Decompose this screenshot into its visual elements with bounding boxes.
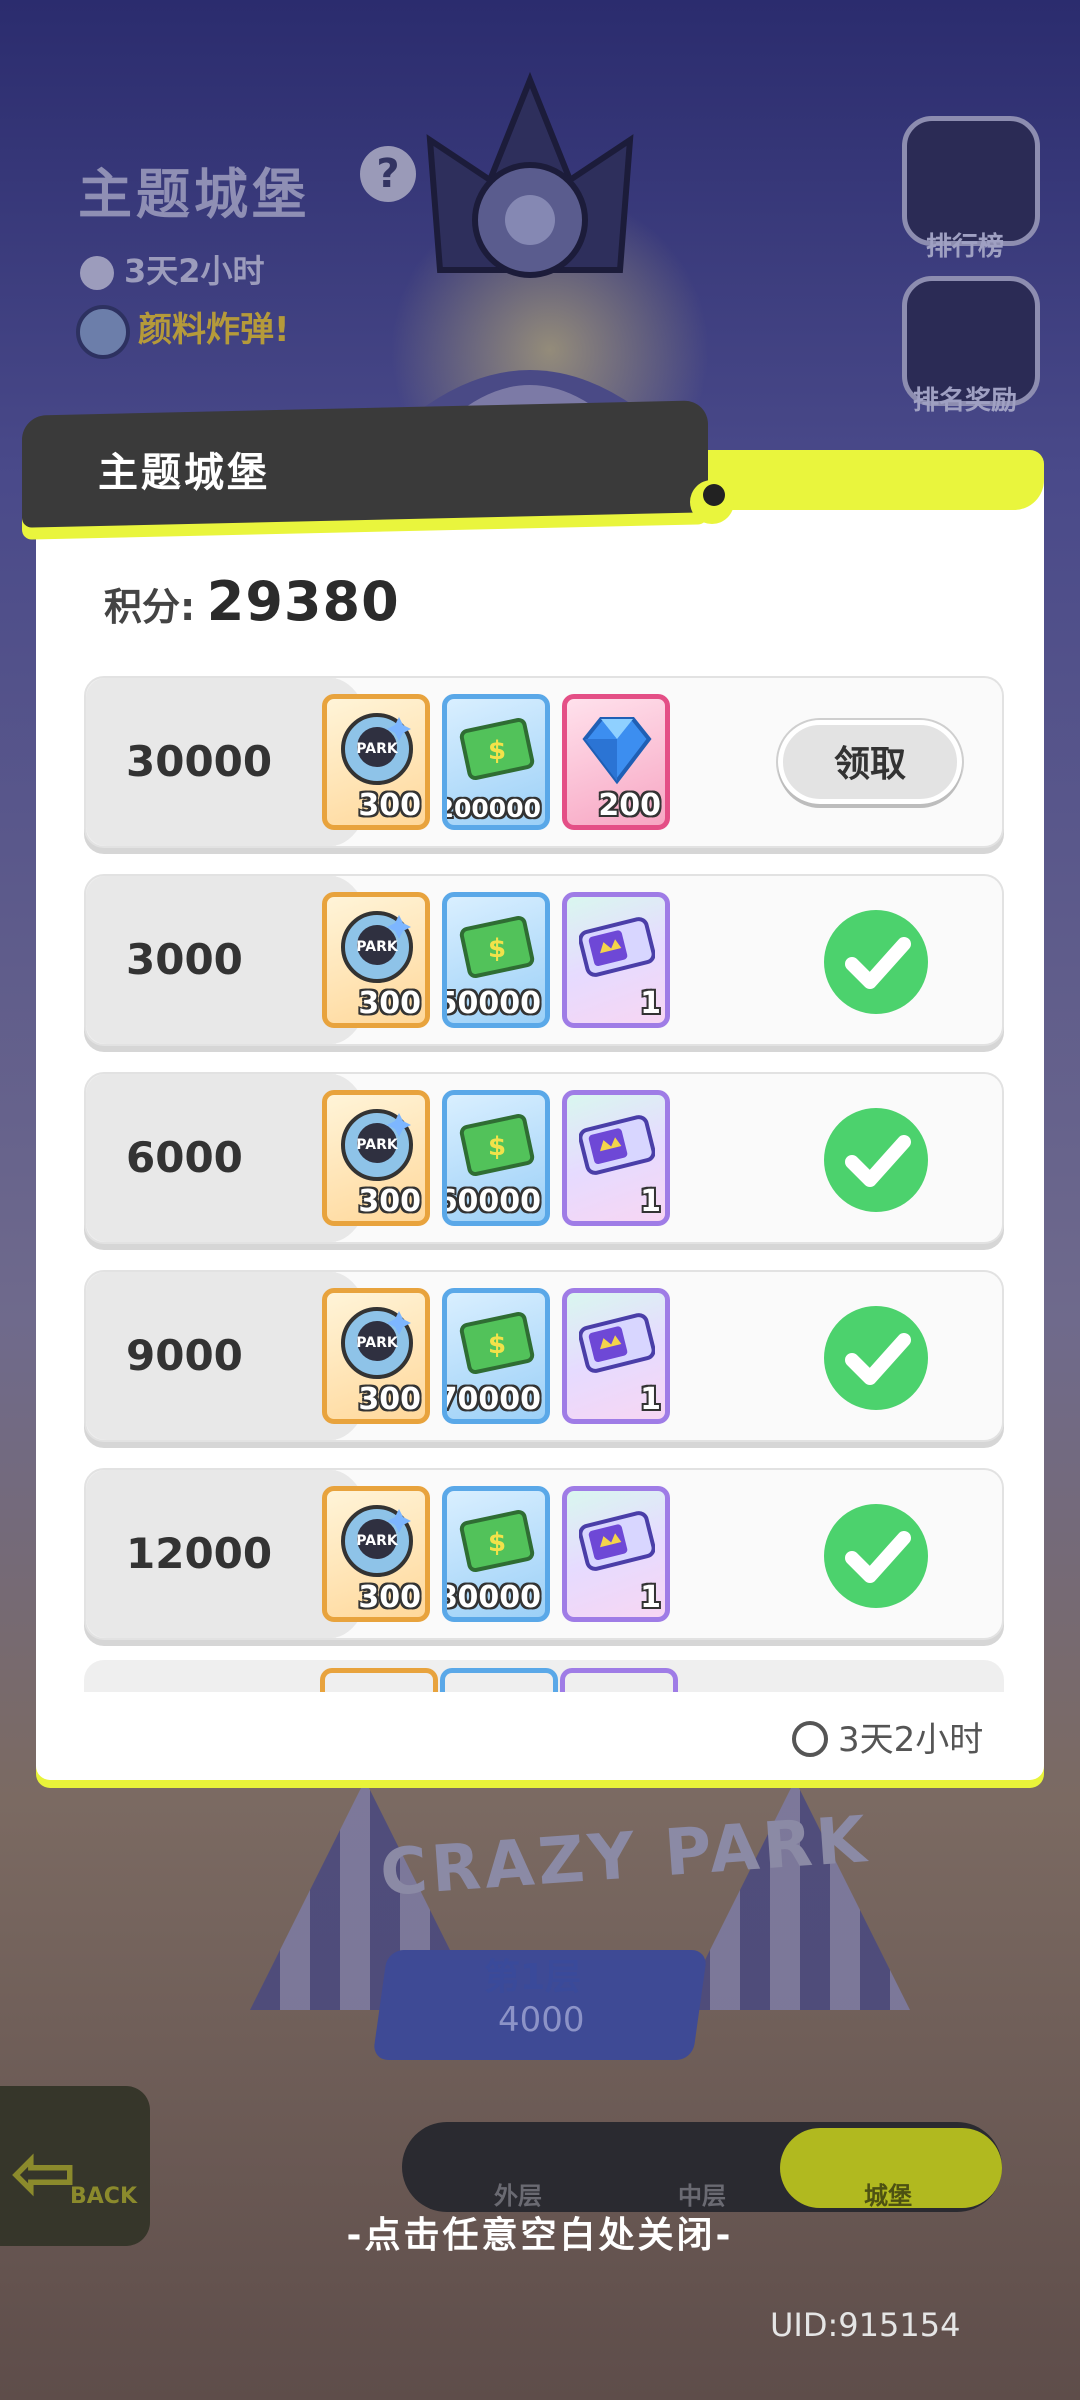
modal-title: 主题城堡 [98,450,270,496]
svg-text:$: $ [488,736,506,766]
reward-row: 3000 PARK 300 $50000 1 [84,874,1004,1046]
paint-bomb-text: 颜料炸弹! [138,310,290,350]
modal-timer: 3天2小时 [792,1712,983,1761]
reward-row: 9000 PARK 300 $70000 1 [84,1270,1004,1442]
reward-item[interactable]: PARK 300 [322,1090,430,1226]
modal-timer-text: 3天2小时 [838,1720,984,1760]
background-timer: 3天2小时 [80,246,265,292]
tier-score: 3000 [126,935,243,984]
svg-text:$: $ [488,934,506,964]
reward-quantity: 300 [358,986,421,1021]
claim-button[interactable]: 领取 [778,720,962,804]
ticket-icon [578,1107,656,1183]
reward-item[interactable]: PARK 300 [322,892,430,1028]
diamond-icon [579,711,655,787]
help-button: ? [360,146,416,202]
rank-rewards-label: 排名奖励 [912,386,1017,416]
svg-text:$: $ [488,1132,506,1162]
reward-list[interactable]: 30000 PARK 300 $200000 200 领取 3000 PARK 300 $5000… [84,676,1006,1692]
svg-text:PARK: PARK [356,1137,399,1153]
claimed-check-icon [824,1108,928,1212]
floor-score: 4000 [498,2000,585,2040]
reward-quantity: 50000 [442,986,541,1021]
floor-title: 第1层 [484,1957,582,1998]
partial-item-frame [320,1668,438,1692]
svg-text:$: $ [488,1528,506,1558]
park-token-icon: PARK [339,711,415,787]
reward-quantity: 70000 [442,1382,541,1417]
reward-item[interactable]: $200000 [442,694,550,830]
reward-item[interactable]: 1 [562,1486,670,1622]
reward-quantity: 300 [358,1580,421,1615]
park-token-icon: PARK [339,1107,415,1183]
leaderboard-label: 排行榜 [925,232,1004,262]
tier-score: 30000 [126,737,273,786]
claimed-check-icon [824,910,928,1014]
user-id: UID:915154 [770,2306,961,2344]
reward-row: 30000 PARK 300 $200000 200 领取 [84,676,1004,848]
cash-icon: $ [459,1503,535,1579]
close-hint[interactable]: -点击任意空白处关闭- [0,2206,1080,2258]
reward-row: 12000 PARK 300 $80000 1 [84,1468,1004,1640]
reward-quantity: 200 [598,788,661,823]
reward-row: 6000 PARK 300 $60000 1 [84,1072,1004,1244]
park-token-icon: PARK [339,909,415,985]
background-title: 主题城堡 [78,163,310,226]
reward-item[interactable]: $50000 [442,892,550,1028]
clock-icon [792,1720,828,1757]
score-label: 积分: [104,585,196,629]
score-display: 积分: 29380 [104,570,400,633]
reward-quantity: 1 [640,1580,661,1615]
paint-bomb-label: 颜料炸弹! [76,302,290,359]
reward-quantity: 300 [358,1184,421,1219]
svg-text:PARK: PARK [356,741,399,757]
reward-item[interactable]: 200 [562,694,670,830]
clock-icon [80,256,114,290]
tier-score: 6000 [126,1133,243,1182]
partial-item-frame [440,1668,558,1692]
svg-text:PARK: PARK [356,1533,399,1549]
svg-text:$: $ [488,1330,506,1360]
paint-bomb-icon [76,304,130,359]
reward-item[interactable]: 1 [562,1288,670,1424]
claimed-check-icon [824,1504,928,1608]
cash-icon: $ [459,1305,535,1381]
tier-score: 9000 [126,1331,243,1380]
reward-item[interactable]: 1 [562,892,670,1028]
partial-reward-row [84,1660,1004,1692]
score-value: 29380 [206,570,400,633]
cash-icon: $ [459,909,535,985]
reward-quantity: 1 [640,986,661,1021]
reward-quantity: 200000 [442,794,541,823]
header-decor-dot [703,484,725,506]
park-token-icon: PARK [339,1503,415,1579]
reward-quantity: 300 [358,1382,421,1417]
background-timer-text: 3天2小时 [124,252,265,290]
park-token-icon: PARK [339,1305,415,1381]
partial-item-frame [560,1668,678,1692]
tier-score: 12000 [126,1529,273,1578]
ticket-icon [578,909,656,985]
reward-item[interactable]: 1 [562,1090,670,1226]
reward-item[interactable]: $70000 [442,1288,550,1424]
svg-text:PARK: PARK [356,1335,399,1351]
reward-quantity: 1 [640,1382,661,1417]
reward-quantity: 80000 [442,1580,541,1615]
reward-item[interactable]: PARK 300 [322,1486,430,1622]
reward-item[interactable]: $60000 [442,1090,550,1226]
reward-item[interactable]: $80000 [442,1486,550,1622]
claimed-check-icon [824,1306,928,1410]
reward-quantity: 300 [358,788,421,823]
reward-quantity: 1 [640,1184,661,1219]
ticket-icon [578,1503,656,1579]
ticket-icon [578,1305,656,1381]
svg-text:PARK: PARK [356,939,399,955]
reward-item[interactable]: PARK 300 [322,1288,430,1424]
cash-icon: $ [459,1107,535,1183]
reward-quantity: 60000 [442,1184,541,1219]
reward-item[interactable]: PARK 300 [322,694,430,830]
cash-icon: $ [459,711,535,787]
